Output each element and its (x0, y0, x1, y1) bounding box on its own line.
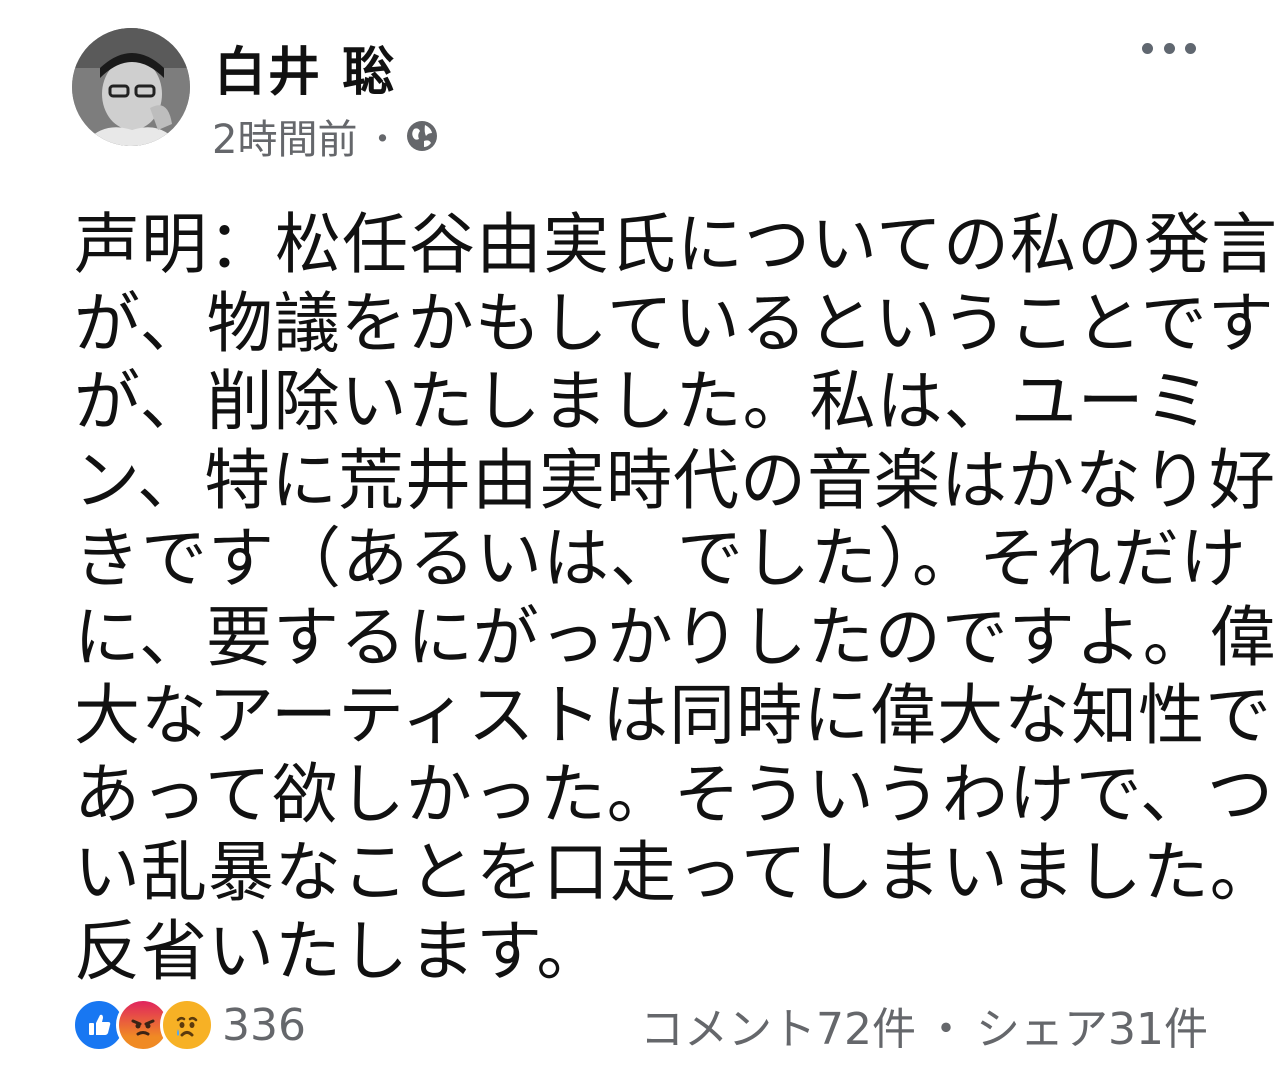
post-text-line: 大なアーティストは同時に偉大な知性で (74, 677, 1273, 754)
more-options-icon-dot (1163, 42, 1175, 54)
shares-link[interactable]: シェア31件 (976, 993, 1208, 1057)
sad-icon (160, 998, 214, 1052)
author-name[interactable]: 白井 聡 (214, 30, 396, 105)
post-text-line: あって欲しかった。そういうわけで、つ (74, 755, 1275, 833)
more-options-icon-dot (1185, 42, 1196, 54)
comments-link[interactable]: コメント72件 (640, 993, 916, 1057)
stats-separator: ・ (924, 1004, 968, 1055)
post-text-line: い乱暴なことを口走ってしまいました。 (74, 834, 1277, 911)
reaction-count: 336 (222, 999, 306, 1051)
post-text-line: に、要するにがっかりしたのですよ。偉 (74, 598, 1277, 676)
more-options-icon (1142, 42, 1153, 54)
more-options-button[interactable] (1142, 38, 1196, 58)
post-card: 白井 聡 2時間前 ・ 声明：松任谷由実氏についての私の発言 が、物議をかもして… (0, 0, 1280, 1084)
post-text-line: きです（あるいは、でした）。それだけ (74, 520, 1247, 597)
meta-separator: ・ (365, 119, 400, 160)
post-timestamp[interactable]: 2時間前 (212, 107, 357, 165)
author-avatar[interactable] (72, 28, 190, 146)
post-text-line: が、削除いたしました。私は、ユーミ (74, 363, 1212, 440)
post-text-line: が、物議をかもしているということです (74, 284, 1275, 362)
avatar-photo (72, 28, 190, 146)
post-meta: 2時間前 ・ (212, 112, 439, 163)
reactions-summary[interactable]: 336 (72, 998, 306, 1052)
engagement-stats: コメント72件 ・ シェア31件 (640, 1000, 1208, 1055)
globe-icon[interactable] (405, 119, 439, 153)
post-text-line: ン、特に荒井由実時代の音楽はかなり好 (74, 441, 1277, 519)
post-text-line: 反省いたします。 (74, 912, 604, 990)
post-body: 声明：松任谷由実氏についての私の発言 が、物議をかもしているということです が、… (74, 206, 1279, 991)
post-text-line: 声明：松任谷由実氏についての私の発言 (74, 206, 1279, 283)
